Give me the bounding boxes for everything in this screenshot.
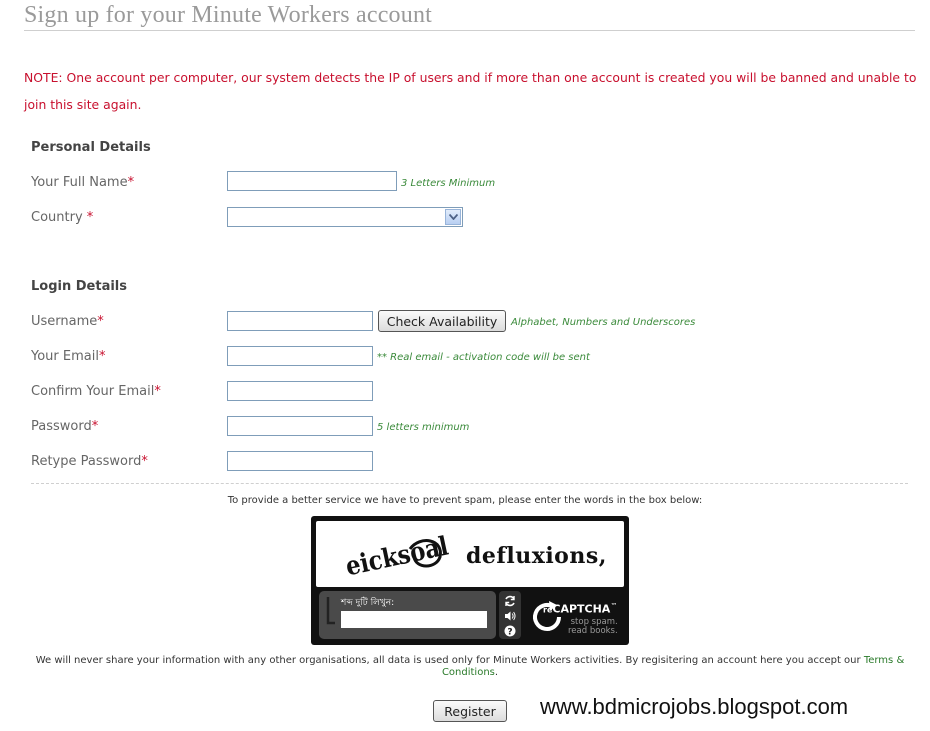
check-availability-button[interactable]: Check Availability bbox=[378, 310, 506, 332]
email-label: Your Email* bbox=[31, 349, 105, 364]
privacy-end: . bbox=[494, 667, 499, 678]
watermark-url: www.bdmicrojobs.blogspot.com bbox=[540, 694, 849, 719]
confirm-email-label: Confirm Your Email* bbox=[31, 384, 161, 399]
form-divider bbox=[31, 483, 908, 484]
svg-text:?: ? bbox=[507, 627, 512, 637]
username-label-text: Username bbox=[31, 314, 98, 329]
required-mark: * bbox=[141, 454, 148, 469]
privacy-text: We will never share your information wit… bbox=[35, 655, 864, 666]
recaptcha-brand-name: CAPTCHA bbox=[552, 602, 611, 616]
full-name-hint: 3 Letters Minimum bbox=[401, 178, 496, 189]
chevron-down-icon[interactable] bbox=[445, 209, 461, 225]
email-label-text: Your Email bbox=[31, 349, 99, 364]
email-input[interactable] bbox=[227, 346, 373, 366]
country-label: Country * bbox=[31, 210, 93, 225]
recaptcha-widget: eicksoal defluxions, শব্দ দুটি লিখুন: ? … bbox=[311, 516, 629, 645]
full-name-label: Your Full Name* bbox=[31, 175, 134, 190]
email-hint: ** Real email - activation code will be … bbox=[377, 352, 590, 363]
required-mark: * bbox=[97, 314, 104, 329]
country-label-text: Country bbox=[31, 210, 83, 225]
full-name-label-text: Your Full Name bbox=[31, 175, 128, 190]
captcha-word-2: defluxions, bbox=[466, 543, 607, 569]
help-icon[interactable]: ? bbox=[502, 624, 518, 638]
captcha-image: eicksoal defluxions, bbox=[316, 521, 624, 587]
recaptcha-brand: reCAPTCHA™ bbox=[543, 602, 617, 616]
page-title: Sign up for your Minute Workers account bbox=[24, 2, 433, 28]
retype-password-input[interactable] bbox=[227, 451, 373, 471]
title-divider bbox=[24, 30, 915, 31]
captcha-distorted-word: eicksoal bbox=[343, 531, 451, 575]
audio-icon[interactable] bbox=[502, 609, 518, 623]
register-button[interactable]: Register bbox=[433, 700, 507, 722]
recaptcha-brand-tm: ™ bbox=[610, 602, 618, 610]
password-label: Password* bbox=[31, 419, 98, 434]
password-label-text: Password bbox=[31, 419, 92, 434]
recaptcha-tagline: stop spam. read books. bbox=[568, 618, 618, 636]
full-name-input[interactable] bbox=[227, 171, 397, 191]
personal-details-heading: Personal Details bbox=[31, 140, 151, 155]
required-mark: * bbox=[98, 349, 106, 364]
recaptcha-brand-re: re bbox=[543, 605, 553, 615]
refresh-icon[interactable] bbox=[502, 594, 518, 608]
required-mark: * bbox=[91, 419, 99, 434]
confirm-email-label-text: Confirm Your Email bbox=[31, 384, 155, 399]
retype-password-label: Retype Password* bbox=[31, 454, 148, 469]
required-mark: * bbox=[154, 384, 161, 399]
captcha-response-input[interactable] bbox=[341, 611, 487, 628]
username-input[interactable] bbox=[227, 311, 373, 331]
recaptcha-tagline-line2: read books. bbox=[568, 626, 618, 636]
captcha-entry-label: শব্দ দুটি লিখুন: bbox=[341, 598, 395, 608]
captcha-word-1: eicksoal bbox=[343, 531, 451, 575]
retype-password-label-text: Retype Password bbox=[31, 454, 142, 469]
password-input[interactable] bbox=[227, 416, 373, 436]
login-details-heading: Login Details bbox=[31, 279, 128, 294]
captcha-tools: ? bbox=[499, 591, 521, 639]
username-hint: Alphabet, Numbers and Underscores bbox=[511, 317, 696, 328]
captcha-entry-panel: শব্দ দুটি লিখুন: bbox=[319, 591, 496, 639]
required-mark: * bbox=[82, 210, 94, 225]
ip-notice: NOTE: One account per computer, our syst… bbox=[24, 70, 917, 112]
privacy-statement: We will never share your information wit… bbox=[30, 655, 910, 679]
password-hint: 5 letters minimum bbox=[377, 422, 470, 433]
username-label: Username* bbox=[31, 314, 104, 329]
country-select[interactable] bbox=[227, 207, 463, 227]
confirm-email-input[interactable] bbox=[227, 381, 373, 401]
required-mark: * bbox=[127, 175, 135, 190]
arrow-down-right-icon bbox=[326, 597, 335, 625]
captcha-instruction: To provide a better service we have to p… bbox=[227, 495, 703, 506]
